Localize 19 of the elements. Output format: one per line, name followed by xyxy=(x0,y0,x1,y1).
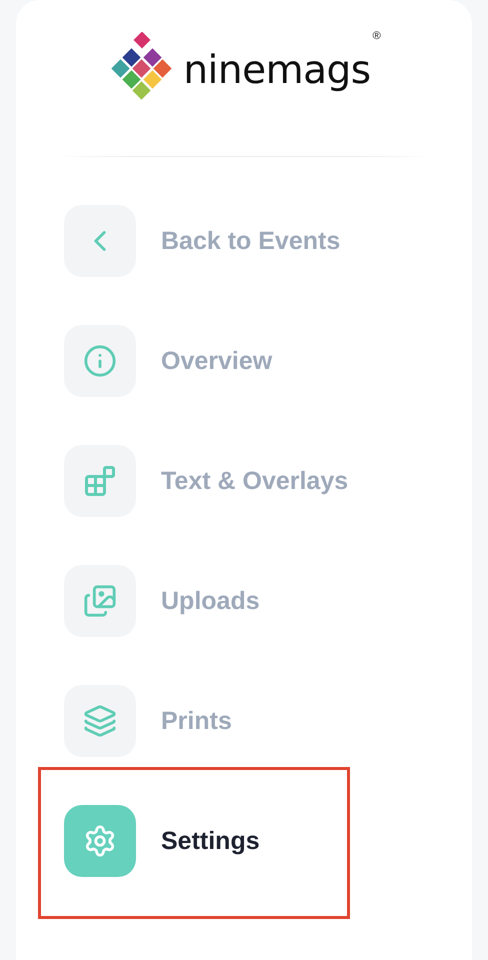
nav-label[interactable]: Text & Overlays xyxy=(161,466,348,496)
blocks-icon xyxy=(82,463,118,499)
nav-label[interactable]: Prints xyxy=(161,706,232,736)
registered-mark: ® xyxy=(372,30,381,42)
nav-label[interactable]: Uploads xyxy=(161,586,260,616)
layers-icon xyxy=(83,704,117,738)
nav-label[interactable]: Settings xyxy=(161,826,260,856)
nav-label[interactable]: Back to Events xyxy=(161,226,340,256)
logo-wordmark: ninemags xyxy=(183,50,371,90)
nav-icon-button[interactable] xyxy=(64,205,136,277)
nav-label[interactable]: Overview xyxy=(161,346,272,376)
nav-icon-button[interactable] xyxy=(64,325,136,397)
nav-icon-button[interactable] xyxy=(64,565,136,637)
settings-icon xyxy=(83,824,117,858)
nav-icon-button[interactable] xyxy=(64,805,136,877)
info-icon xyxy=(83,344,117,378)
nav-icon-button[interactable] xyxy=(64,685,136,757)
images-icon xyxy=(83,584,117,618)
nav-icon-button[interactable] xyxy=(64,445,136,517)
